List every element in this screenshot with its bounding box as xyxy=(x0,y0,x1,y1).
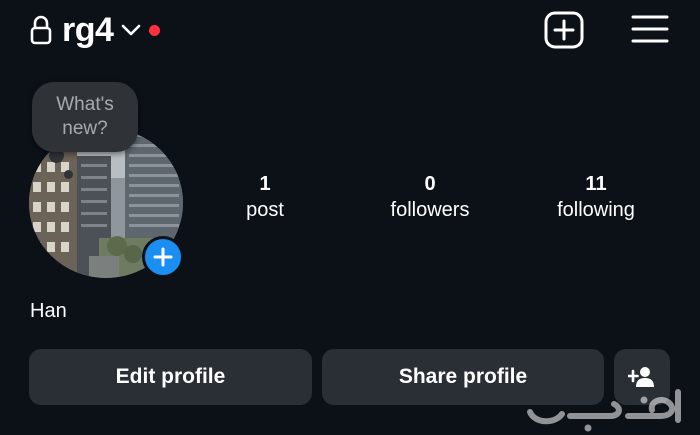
followers-value: 0 xyxy=(424,173,436,195)
notification-dot xyxy=(149,24,161,36)
share-profile-button[interactable]: Share profile xyxy=(322,349,604,405)
menu-button[interactable] xyxy=(631,13,669,45)
posts-label: post xyxy=(246,199,284,221)
share-profile-label: Share profile xyxy=(398,365,528,388)
edit-profile-button[interactable]: Edit profile xyxy=(29,349,312,405)
plus-square-icon xyxy=(544,11,584,49)
note-bubble[interactable]: What's new? xyxy=(32,82,138,152)
plus-icon xyxy=(153,247,173,267)
add-story-button[interactable] xyxy=(142,236,184,278)
display-name: Han xyxy=(30,300,67,322)
person-add-icon xyxy=(628,367,654,387)
lock-icon xyxy=(30,15,52,45)
posts-value: 1 xyxy=(259,173,271,195)
note-line-1: What's xyxy=(56,94,114,115)
followers-label: followers xyxy=(390,199,470,221)
hamburger-menu-icon xyxy=(631,15,669,43)
followers-count[interactable]: 0 followers xyxy=(355,172,505,224)
new-post-button[interactable] xyxy=(543,11,585,49)
chevron-down-icon xyxy=(121,23,141,37)
profile-screen: rg4 What's new? 1 post 0 followers 11 fo… xyxy=(0,0,700,435)
note-tail-small xyxy=(64,170,73,179)
username: rg4 xyxy=(62,11,114,49)
note-line-2: new? xyxy=(62,118,108,139)
following-label: following xyxy=(557,199,635,221)
edit-profile-label: Edit profile xyxy=(115,365,226,388)
posts-count[interactable]: 1 post xyxy=(190,172,340,224)
account-switcher[interactable]: rg4 xyxy=(30,10,161,50)
following-value: 11 xyxy=(585,173,607,195)
following-count[interactable]: 11 following xyxy=(521,172,671,224)
discover-people-button[interactable] xyxy=(614,349,670,405)
